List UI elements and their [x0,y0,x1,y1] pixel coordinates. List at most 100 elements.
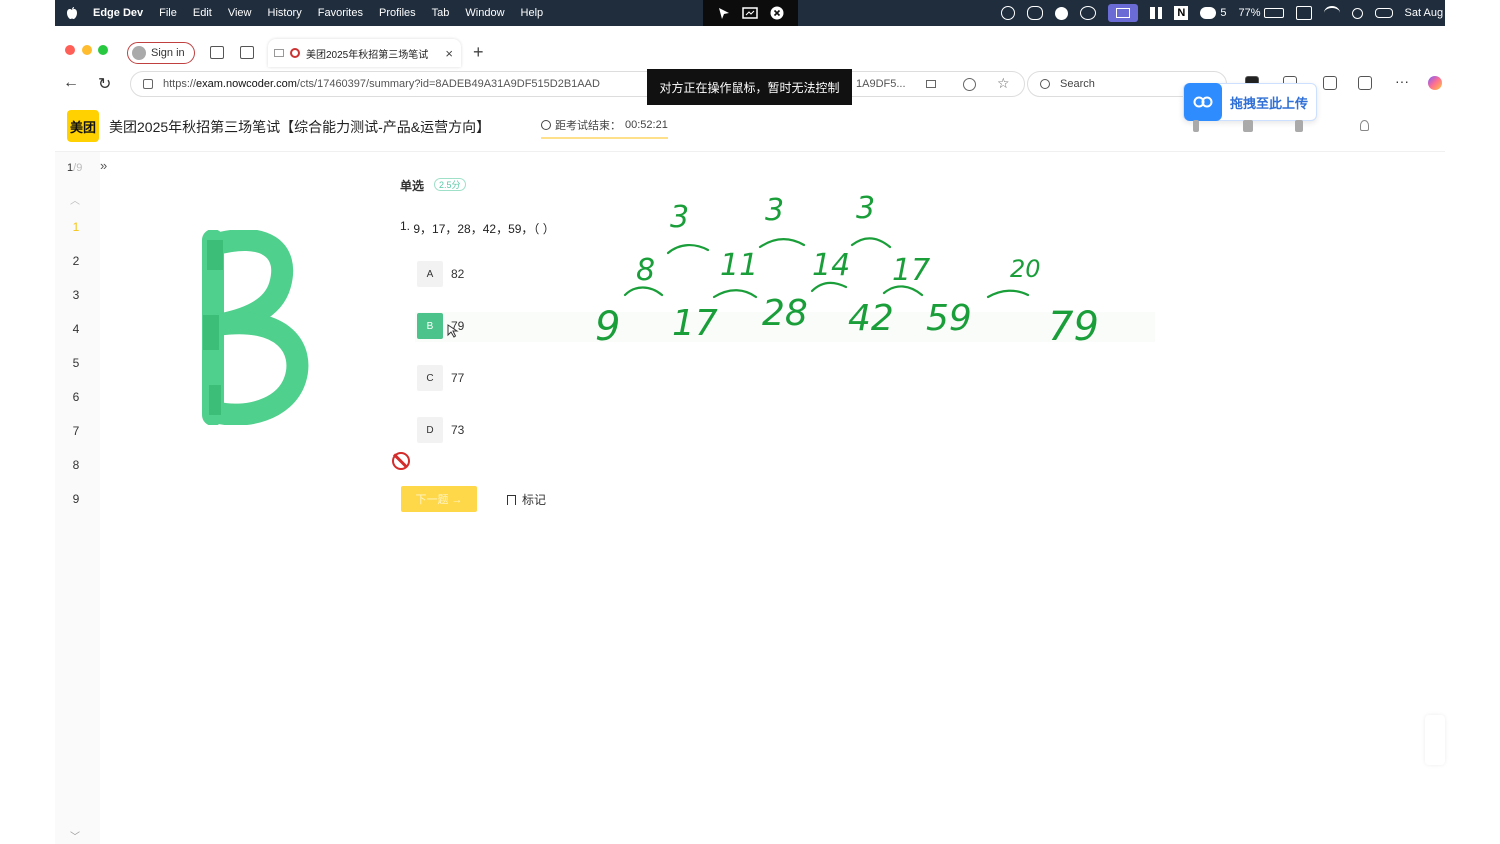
mark-label: 标记 [522,493,547,507]
menu-favorites[interactable]: Favorites [318,7,363,19]
mid-diff-2: 11 [720,248,758,283]
window-close-button[interactable] [65,45,75,55]
menu-help[interactable]: Help [521,7,544,19]
floating-help-widget[interactable] [1425,715,1445,765]
timer-value: 00:52:21 [625,119,668,131]
next-question-button[interactable]: 下一题 → [401,486,477,512]
question-nav-9[interactable]: 9 [70,492,82,506]
menu-edit[interactable]: Edit [193,7,212,19]
url-path: /cts/17460397/summary?id=8ADEB49A31A9DF5… [296,78,600,90]
mid-diff-1: 8 [636,253,655,288]
screen-icon[interactable] [742,7,759,19]
arc-top-1 [666,244,710,255]
spotlight-search-icon[interactable] [1351,7,1363,19]
question-body: 9，17，28，42，59，（ ） [413,222,555,236]
search-placeholder: Search [1060,78,1095,90]
battery-percent: 77% [1238,7,1261,19]
close-circle-icon[interactable] [770,6,784,20]
window-zoom-button[interactable] [98,45,108,55]
menu-profiles[interactable]: Profiles [379,7,416,19]
camera-icon[interactable] [1243,120,1253,132]
user-icon[interactable] [1360,120,1369,131]
arc-seq-5 [986,289,1030,299]
moon-icon[interactable] [1055,6,1069,20]
option-c[interactable]: C 77 [417,365,617,391]
mark-question-button[interactable]: 标记 [507,491,546,508]
question-pager: 1/9 [67,162,82,174]
mouse-pointer-icon [447,324,459,338]
copilot-icon[interactable] [1428,76,1442,90]
seq-6: 79 [1048,304,1099,350]
option-a[interactable]: A 82 [417,261,617,287]
question-nav-3[interactable]: 3 [70,288,82,302]
question-nav-7[interactable]: 7 [70,424,82,438]
mid-diff-3: 14 [812,248,850,283]
tab-exam[interactable]: 美团2025年秋招第三场笔试 × [268,39,461,67]
question-nav-5[interactable]: 5 [70,356,82,370]
seq-5: 59 [926,298,972,339]
question-nav-4[interactable]: 4 [70,322,82,336]
tab-close-icon[interactable]: × [445,46,453,61]
wechat-icon[interactable]: 5 [1200,7,1227,19]
screen-share-icon[interactable] [1108,4,1139,22]
mic-status-icon[interactable] [1295,120,1303,132]
option-a-value: 82 [451,267,465,281]
signin-button[interactable]: Sign in [127,42,195,64]
collections-icon[interactable] [1358,76,1372,90]
grid-icon[interactable] [1150,7,1163,19]
notion-icon[interactable]: N [1174,6,1189,20]
option-b[interactable]: B 79 [417,313,617,339]
back-button[interactable]: ← [63,74,79,92]
menu-history[interactable]: History [268,7,302,19]
favorite-star-icon[interactable]: ☆ [997,75,1010,92]
option-d[interactable]: D 73 [417,417,617,443]
video-icon[interactable] [926,80,936,88]
wifi-icon[interactable] [1323,6,1340,20]
refresh-button[interactable]: ↻ [98,74,111,94]
profile-avatar-icon [132,46,146,60]
scroll-down-icon[interactable]: ﹀ [70,828,80,843]
signin-label: Sign in [151,47,185,59]
question-nav-8[interactable]: 8 [70,458,82,472]
menu-window[interactable]: Window [465,7,504,19]
microphone-icon[interactable] [1193,120,1199,132]
menu-file[interactable]: File [159,7,177,19]
window-minimize-button[interactable] [82,45,92,55]
app-status-icon[interactable] [1001,6,1016,20]
question-nav-6[interactable]: 6 [70,390,82,404]
exam-title: 美团2025年秋招第三场笔试【综合能力测试-产品&运营方向】 [109,119,491,135]
workspaces-icon[interactable] [210,46,224,59]
clock[interactable]: Sat Aug 23 10:07 [1405,7,1492,19]
url-tail: 1A9DF5... [856,78,906,90]
expand-sidebar-icon[interactable]: » [100,158,107,173]
browser-tab-bar: Sign in 美团2025年秋招第三场笔试 × + [55,34,1445,70]
option-d-letter: D [417,417,443,443]
option-c-letter: C [417,365,443,391]
baidu-netdisk-icon[interactable] [1027,6,1044,20]
battery-icon [1263,8,1284,18]
cursor-icon[interactable] [717,6,731,20]
scroll-up-icon[interactable]: ︿ [70,192,80,207]
input-method-icon[interactable] [1295,6,1312,20]
question-nav-2[interactable]: 2 [70,254,82,268]
question-text: 1. 9，17，28，42，59，（ ） [400,219,555,237]
exam-header: 美团 美团2025年秋招第三场笔试【综合能力测试-产品&运营方向】 距考试结束：… [55,106,1445,152]
menu-app-name[interactable]: Edge Dev [93,7,143,19]
chat-bubble-icon[interactable] [1080,6,1097,20]
wechat-count: 5 [1220,7,1227,19]
apple-icon[interactable] [65,6,79,20]
forbidden-icon [392,452,410,470]
read-aloud-icon[interactable] [963,78,976,91]
seq-1: 9 [595,304,620,350]
menu-tab[interactable]: Tab [432,7,450,19]
site-info-icon[interactable] [143,79,153,89]
tab-actions-icon[interactable] [240,46,254,59]
address-bar[interactable]: https://exam.nowcoder.com/cts/17460397/s… [130,71,1025,97]
control-center-icon[interactable] [1374,8,1393,18]
battery-indicator[interactable]: 77% [1239,7,1284,19]
favorites-icon[interactable] [1323,76,1337,90]
question-nav-1[interactable]: 1 [70,220,82,234]
menu-view[interactable]: View [228,7,252,19]
new-tab-button[interactable]: + [473,42,484,63]
more-menu-icon[interactable]: ··· [1395,73,1409,89]
